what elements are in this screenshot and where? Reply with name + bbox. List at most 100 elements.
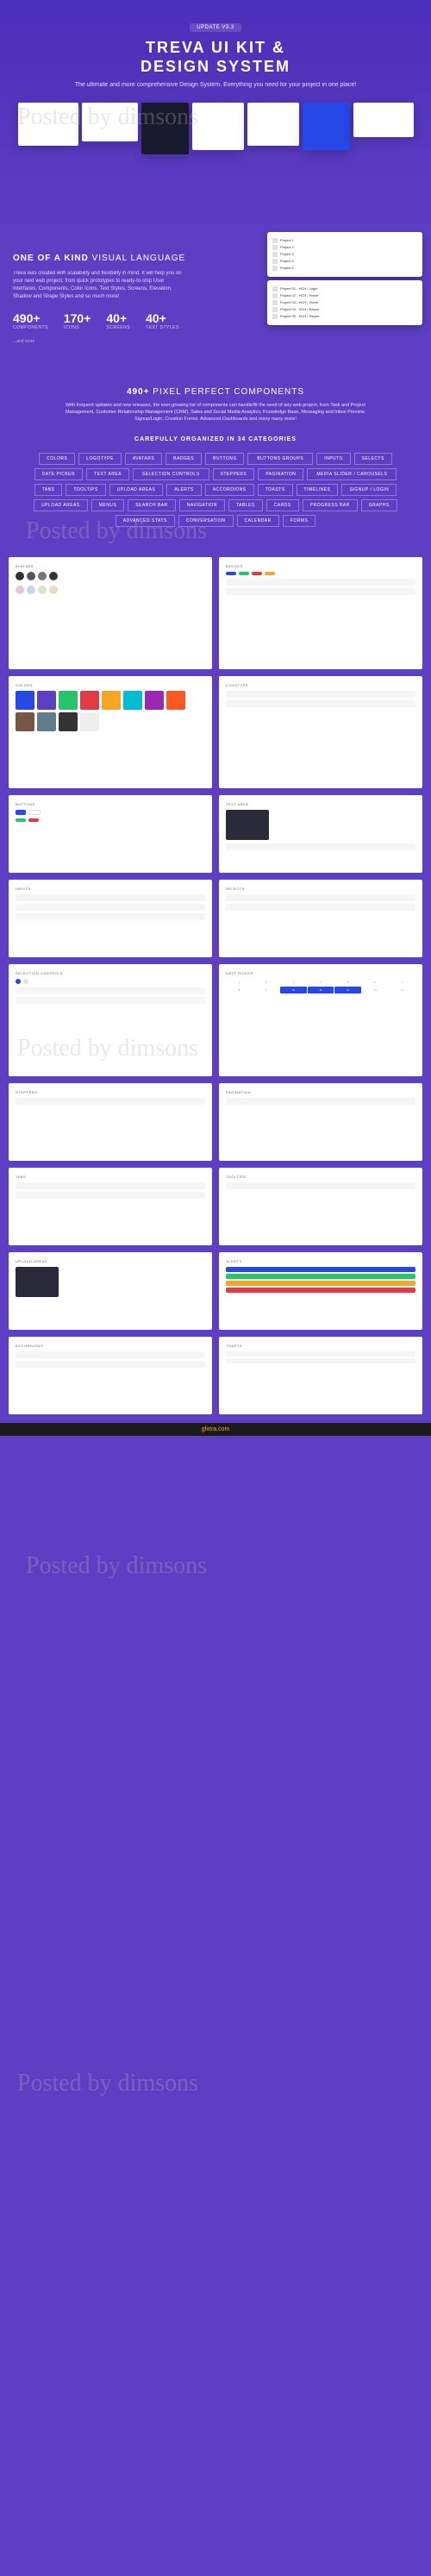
preview-alerts: ALERTS [219,1252,422,1330]
calendar-grid: 1234567 891011121314 [226,979,415,993]
avatar-icon [27,572,35,580]
folder-icon [272,245,278,250]
list-item: Project 05 - HCH / Repos [272,313,417,320]
hero-mockups [9,103,422,206]
badge [239,572,249,575]
category-tag[interactable]: BADGES [166,453,202,465]
list-item: Project 2 [272,244,417,251]
category-tag[interactable]: TABLES [228,499,263,511]
footer-link[interactable]: gfxtra.com [0,1423,431,1436]
avatar-icon [49,586,58,594]
category-tag[interactable]: BUTTONS [205,453,244,465]
cal-cell[interactable]: 1 [226,979,253,986]
preview-colors: COLORS [9,676,212,788]
button[interactable] [16,818,26,822]
more-label: ...and more [13,339,418,344]
list-item: Project 4 [272,258,417,265]
file-icon [272,300,278,305]
folder-icon [272,259,278,264]
color-swatch [16,712,34,731]
category-tag[interactable]: MENUS [91,499,125,511]
watermark: Posted by dimsons [17,2070,198,2097]
preview-selection: SELECTION CONTROLS [9,964,212,1076]
file-icon [272,293,278,298]
category-tag[interactable]: CONVERSATION [178,515,234,527]
tooltip-row [226,1182,415,1189]
stat-textstyles: 40+ TEXT STYLES [146,311,179,330]
radio-icon[interactable] [16,979,21,984]
preview-grid: AVATARS BADGES COLORS [0,548,431,1423]
category-tag[interactable]: AVATARS [125,453,162,465]
preview-tabs: TABS [9,1168,212,1245]
color-swatch [80,712,99,731]
category-tag[interactable]: DATE PICKER [34,468,83,480]
hero-section: UPDATE V3.3 TREVA UI KIT & DESIGN SYSTEM… [0,0,431,232]
preview-tooltips: TOOLTIPS [219,1168,422,1245]
color-swatch [16,691,34,710]
category-tag[interactable]: CALENDAR [237,515,279,527]
category-tag[interactable]: TOOLTIPS [66,484,105,496]
category-tag[interactable]: ADVANCED STATS [116,515,175,527]
category-tag[interactable]: SEARCH BAR [128,499,176,511]
mockup-card-dark [141,103,189,154]
update-badge: UPDATE V3.3 [190,23,240,32]
color-swatch [145,691,164,710]
mockup-card [18,103,78,146]
category-tag[interactable]: GRAPHS [361,499,397,511]
category-tag[interactable]: LOGOTYPE [78,453,122,465]
folder-icon [272,252,278,257]
preview-selects: SELECTS [219,880,422,957]
category-tag[interactable]: NAVIGATION [179,499,225,511]
category-tag[interactable]: STEPPERS [213,468,255,480]
color-swatch [59,712,78,731]
category-tag[interactable]: FORMS [283,515,316,527]
list-item: Project 3 [272,251,417,258]
category-tag[interactable]: SELECTS [354,453,392,465]
control-row [16,997,205,1004]
avatar-icon [38,572,47,580]
category-tag[interactable]: ALERTS [166,484,201,496]
list-item: Project 04 - HCH / Repos [272,306,417,313]
category-tag[interactable]: MEDIA SLIDER / CAROUSELS [307,468,397,480]
folder-icon [272,266,278,271]
alert-bar [226,1288,415,1293]
category-tag[interactable]: INPUTS [316,453,350,465]
stat-icons: 170+ ICONS [64,311,91,330]
folder-icon [272,238,278,243]
category-tag[interactable]: COLORS [39,453,75,465]
preview-toasts: TOASTS [219,1337,422,1414]
category-tag[interactable]: TEXT AREA [86,468,129,480]
category-tag[interactable]: TOASTS [258,484,293,496]
upload-preview [16,1267,59,1297]
color-swatch [37,712,56,731]
category-tag[interactable]: SELECTION CONTROLS [133,468,209,480]
pagination-row [226,1098,415,1105]
category-tag[interactable]: TABS [34,484,63,496]
button[interactable] [16,810,26,815]
category-tag[interactable]: PROGRESS BAR [303,499,358,511]
radio-icon[interactable] [23,979,28,984]
category-tag[interactable]: TIMELINES [297,484,339,496]
input-row [16,904,205,911]
category-tag[interactable]: UPLOAD AREAS [109,484,164,496]
textarea-row [226,843,415,850]
category-tag[interactable]: SIGNUP / LOGIN [341,484,397,496]
category-tag[interactable]: CARDS [266,499,299,511]
avatar-icon [38,586,47,594]
list-item: Project 1 [272,237,417,244]
visual-language-section: ONE OF A KIND VISUAL LANGUAGE Treva was … [0,232,431,366]
side-card-files: Project 01 - HCH / Login Project 02 - HC… [267,280,422,325]
category-tag[interactable]: UPLOAD AREAS [34,499,88,511]
button[interactable] [28,818,39,822]
list-item: Project 5 [272,265,417,272]
avatar-icon [16,586,24,594]
category-tag[interactable]: BUTTONS GROUPS [247,453,313,465]
control-row [16,987,205,994]
preview-avatars: AVATARS [9,557,212,669]
mockup-card [192,103,244,150]
categories-label: CAREFULLY ORGANIZED IN 34 CATEGORIES [13,436,418,442]
category-tag[interactable]: ACCORDIONS [205,484,254,496]
stat-screens: 40+ SCREENS [106,311,130,330]
button[interactable] [28,810,41,815]
category-tag[interactable]: PAGINATION [258,468,303,480]
